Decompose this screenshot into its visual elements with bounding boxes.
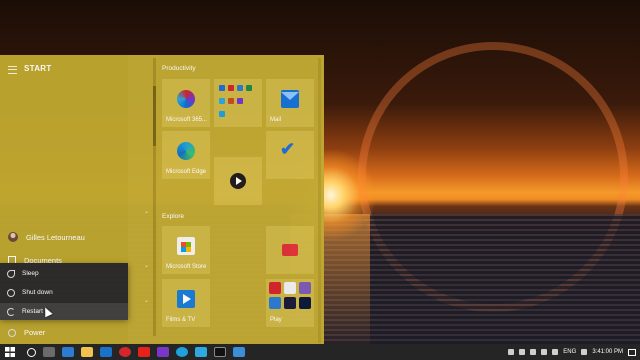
office-icon (177, 90, 195, 108)
app-icon[interactable] (195, 347, 207, 357)
tile-label: Microsoft 365... (166, 117, 208, 123)
tile-label: Mail (270, 117, 282, 123)
group-label-productivity: Productivity (162, 65, 196, 72)
tile-mail[interactable]: Mail (266, 79, 314, 127)
power-options-menu: Sleep Shut down Restart (0, 263, 128, 320)
onenote-icon (237, 98, 243, 104)
sleep-label: Sleep (22, 270, 39, 277)
tiles-scrollbar[interactable] (318, 58, 321, 343)
taskbar: ENG 3:41:00 PM (0, 344, 640, 360)
user-account-button[interactable]: Gilles Letourneau (8, 232, 85, 242)
chevron-down-icon[interactable]: ⌄ (144, 208, 149, 215)
game-icon (269, 282, 281, 294)
network-icon[interactable] (530, 349, 537, 355)
start-menu: START Gilles Letourneau Documents Sleep … (0, 55, 324, 344)
avatar (8, 232, 18, 242)
mail-icon (281, 90, 299, 108)
tile-label: Microsoft Store (166, 264, 207, 270)
app-icon[interactable] (119, 347, 131, 357)
tile-microsoft-edge[interactable]: Microsoft Edge (162, 131, 210, 179)
sleep-option[interactable]: Sleep (0, 265, 128, 282)
tile-news[interactable] (266, 226, 314, 274)
start-title: START (24, 64, 52, 73)
tile-label: Play (270, 317, 282, 323)
moon-icon (7, 269, 15, 278)
game-icon (284, 297, 296, 309)
word-icon (237, 85, 243, 91)
battery-icon[interactable] (552, 349, 559, 355)
game-icon (284, 282, 296, 294)
films-tv-icon (177, 290, 195, 308)
restart-option[interactable]: Restart (0, 303, 128, 320)
language-indicator[interactable]: ENG (563, 349, 576, 355)
scrollbar-thumb[interactable] (153, 86, 156, 146)
outlook-icon (219, 85, 225, 91)
office-icon (228, 98, 234, 104)
user-name: Gilles Letourneau (26, 232, 85, 242)
shut-down-option[interactable]: Shut down (0, 284, 128, 301)
notification-icon[interactable] (628, 348, 636, 356)
task-view-icon[interactable] (43, 347, 55, 357)
clock[interactable]: 3:41:00 PM (592, 349, 623, 355)
power-icon (7, 288, 15, 297)
chevron-up-icon[interactable] (508, 349, 515, 355)
tile-microsoft-365[interactable]: Microsoft 365... (162, 79, 210, 127)
terminal-icon[interactable] (214, 347, 226, 357)
app-list-scrollbar[interactable] (153, 58, 156, 336)
tile-play-folder[interactable]: Play (266, 279, 314, 327)
tile-media-player[interactable] (214, 157, 262, 205)
youtube-icon[interactable] (138, 347, 150, 357)
tile-label: Films & TV (166, 317, 196, 323)
store-icon (177, 237, 195, 255)
group-label-explore: Explore (162, 213, 185, 220)
power-label: Power (24, 328, 46, 337)
news-icon (282, 244, 298, 256)
excel-icon (246, 85, 252, 91)
restart-icon (7, 307, 15, 316)
app-icon[interactable] (157, 347, 169, 357)
game-icon (299, 297, 311, 309)
powerpoint-icon (228, 85, 234, 91)
tile-office-apps-folder[interactable] (214, 79, 262, 127)
file-explorer-icon[interactable] (81, 347, 93, 357)
tile-todo[interactable]: ✔ (266, 131, 314, 179)
todo-icon: ✔ (280, 139, 296, 159)
onedrive-icon[interactable] (519, 349, 526, 355)
chevron-down-icon[interactable]: ⌄ (144, 262, 149, 269)
media-player-icon (230, 173, 246, 189)
skype-icon (219, 111, 225, 117)
power-button[interactable]: Power (8, 328, 45, 337)
edge-icon (177, 142, 195, 160)
keyboard-icon[interactable] (581, 349, 588, 355)
chevron-down-icon[interactable]: ⌄ (144, 297, 149, 304)
start-left-pane: START Gilles Letourneau Documents Sleep … (0, 55, 128, 344)
app-icon[interactable] (176, 347, 188, 357)
game-icon (299, 282, 311, 294)
photos-icon[interactable] (233, 347, 245, 357)
power-icon (8, 328, 16, 337)
search-icon[interactable] (27, 347, 36, 357)
tile-microsoft-store[interactable]: Microsoft Store (162, 226, 210, 274)
tile-label: Microsoft Edge (166, 169, 207, 175)
volume-icon[interactable] (541, 349, 548, 355)
onedrive-icon (219, 98, 225, 104)
mail-icon[interactable] (100, 347, 112, 357)
shut-down-label: Shut down (22, 289, 53, 296)
hamburger-menu-icon[interactable] (8, 66, 17, 74)
start-button-icon[interactable] (5, 347, 15, 357)
edge-icon[interactable] (62, 347, 74, 357)
tile-films-tv[interactable]: Films & TV (162, 279, 210, 327)
system-tray: ENG 3:41:00 PM (508, 344, 636, 360)
game-icon (269, 297, 281, 309)
restart-label: Restart (22, 308, 43, 315)
